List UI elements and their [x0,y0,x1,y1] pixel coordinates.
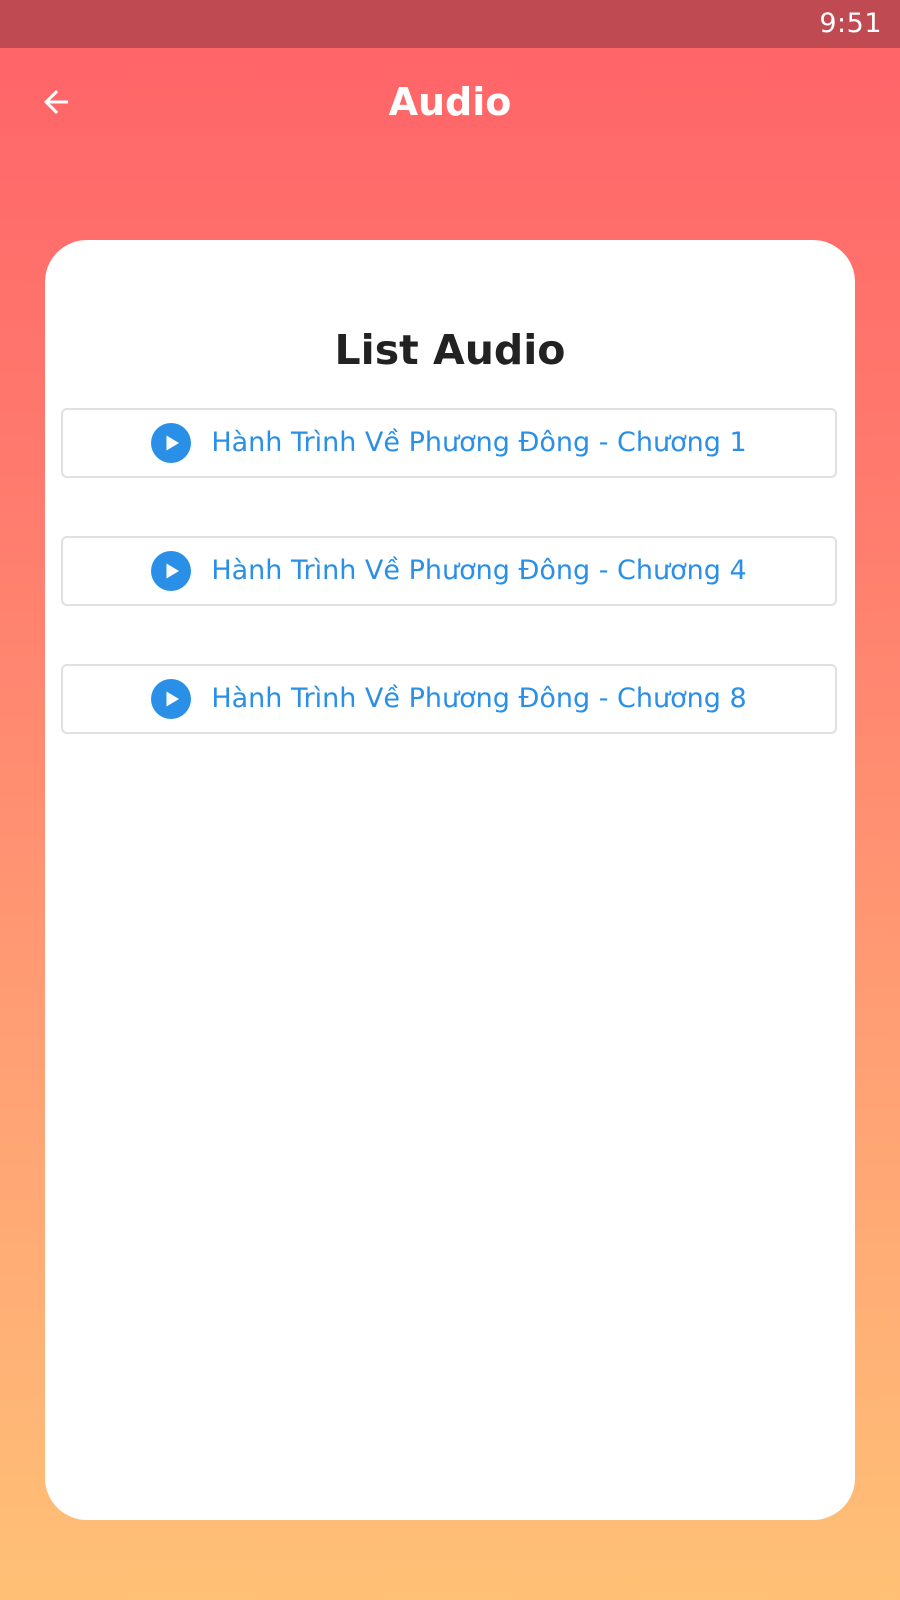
audio-item-label: Hành Trình Về Phương Đông - Chương 1 [211,427,747,458]
page-title: Audio [388,80,512,124]
status-bar: 9:51 [0,0,900,48]
audio-item-chuong-4[interactable]: Hành Trình Về Phương Đông - Chương 4 [61,536,837,606]
audio-item-label: Hành Trình Về Phương Đông - Chương 8 [211,683,747,714]
audio-item-chuong-8[interactable]: Hành Trình Về Phương Đông - Chương 8 [61,664,837,734]
app-bar: Audio [0,48,900,160]
audio-item-chuong-1[interactable]: Hành Trình Về Phương Đông - Chương 1 [61,408,837,478]
play-circle-icon [151,423,192,463]
audio-list-card: List Audio Hành Trình Về Phương Đông - C… [45,240,855,1520]
audio-item-label: Hành Trình Về Phương Đông - Chương 4 [211,555,747,586]
list-title: List Audio [334,326,566,374]
play-circle-icon [151,551,192,591]
status-time: 9:51 [819,8,882,39]
play-circle-icon [151,679,192,719]
